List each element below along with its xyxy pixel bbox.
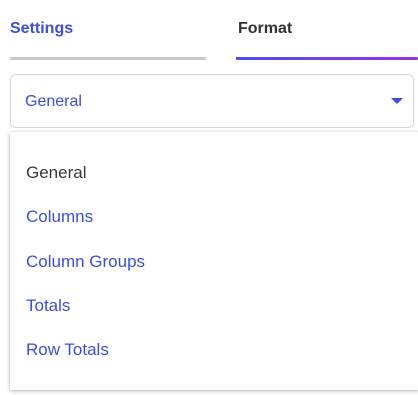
format-panel: Settings Format General General Columns … <box>0 0 418 395</box>
tab-settings-underline <box>10 57 206 60</box>
tab-format[interactable]: Format <box>236 0 418 62</box>
dropdown-option-general[interactable]: General <box>26 162 86 184</box>
dropdown-option-totals[interactable]: Totals <box>26 295 70 317</box>
format-section-select-value: General <box>25 93 82 110</box>
tab-bar: Settings Format <box>0 0 418 62</box>
dropdown-option-row-totals[interactable]: Row Totals <box>26 339 109 361</box>
dropdown-option-column-groups[interactable]: Column Groups <box>26 251 145 273</box>
tab-format-underline <box>236 57 418 60</box>
dropdown-option-columns[interactable]: Columns <box>26 206 93 228</box>
tab-settings-label: Settings <box>10 20 74 37</box>
caret-down-icon <box>391 98 403 104</box>
tab-settings[interactable]: Settings <box>10 0 206 62</box>
format-section-select[interactable]: General <box>10 74 414 128</box>
format-section-dropdown: General Columns Column Groups Totals Row… <box>10 132 418 390</box>
tab-format-label: Format <box>238 20 293 37</box>
